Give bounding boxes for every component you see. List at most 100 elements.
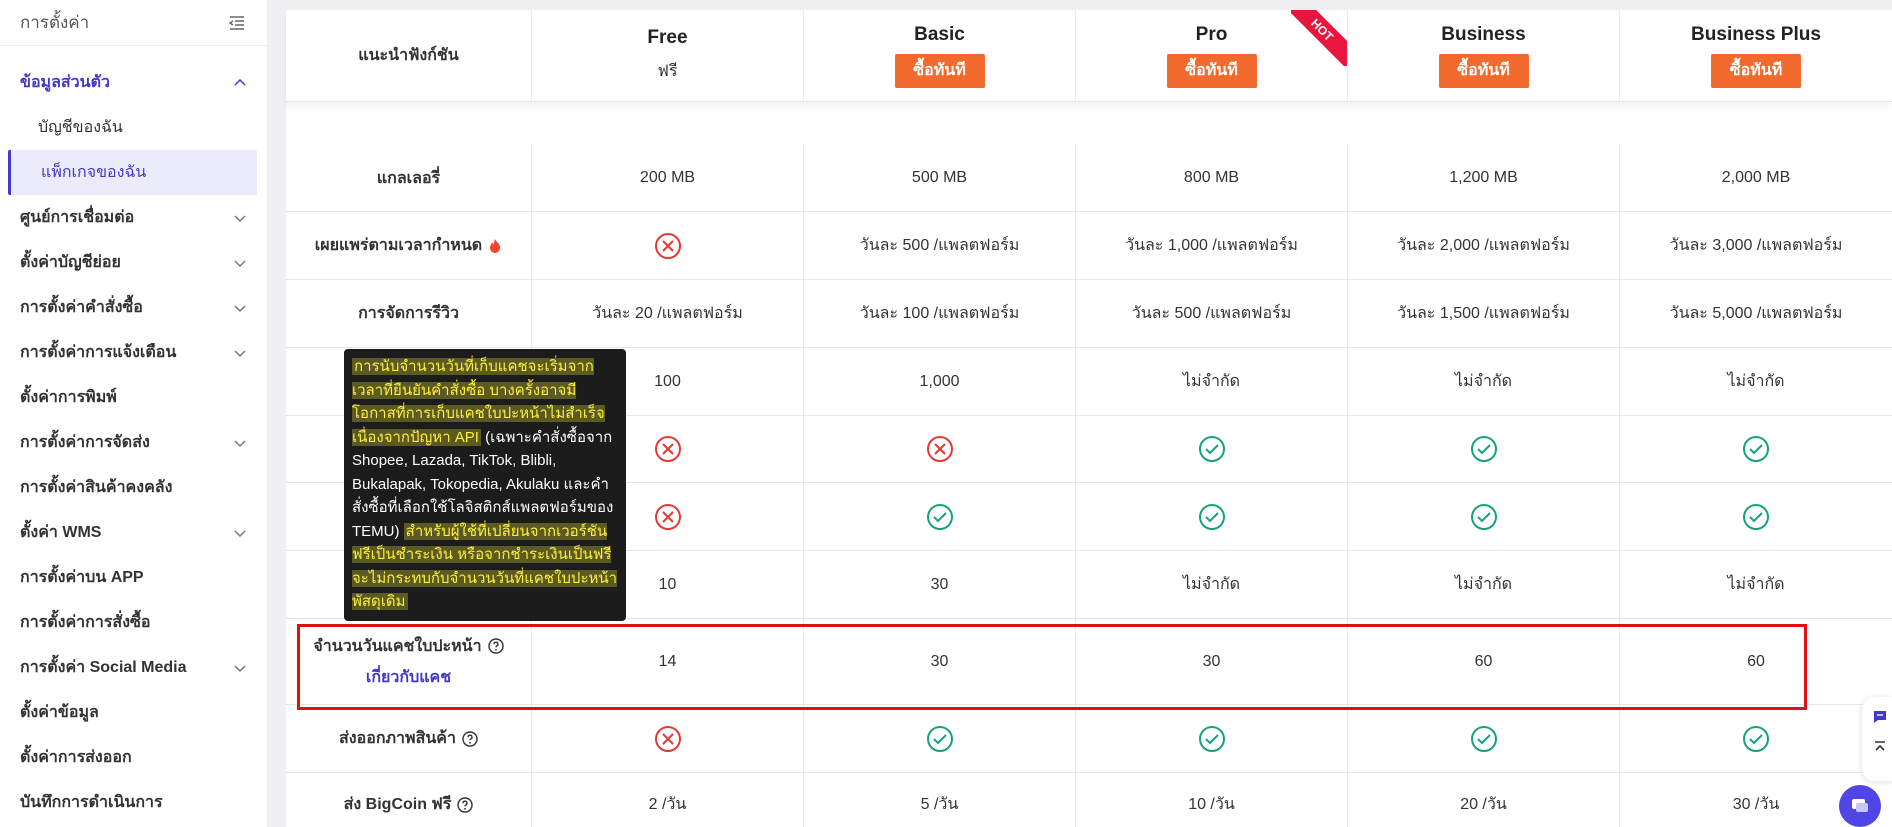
sidebar-item[interactable]: การตั้งค่าคำสั่งซื้อ xyxy=(0,285,267,330)
sidebar-item[interactable]: การตั้งค่า Social Media xyxy=(0,645,267,690)
value-text: 2,000 MB xyxy=(1721,169,1791,186)
cache-days-tooltip: การนับจำนวนวันที่เก็บแคชจะเริ่มจากเวลาที… xyxy=(344,349,626,621)
cross-icon xyxy=(654,232,681,259)
value-text: วันละ 2,000 /แพลตฟอร์ม xyxy=(1397,237,1570,254)
plan-name: Business Plus xyxy=(1691,23,1821,45)
feature-cell: แกลเลอรี่ xyxy=(286,145,532,211)
scroll-top-icon[interactable] xyxy=(1872,739,1888,755)
plan-header-row: แนะนำฟังก์ชัน Free ฟรี Basic ซื้อทันที P… xyxy=(286,10,1892,102)
sidebar-item-my-package[interactable]: แพ็กเกจของฉัน xyxy=(8,150,257,195)
value-cell: 1,200 MB xyxy=(1348,145,1620,211)
value-text: ไม่จำกัด xyxy=(1182,576,1241,593)
value-text: 200 MB xyxy=(639,169,696,186)
sidebar-item[interactable]: การตั้งค่าสินค้าคงคลัง xyxy=(0,465,267,510)
feature-cell: การจัดการรีวิว xyxy=(286,280,532,347)
check-icon xyxy=(926,503,953,530)
value-text: 1,200 MB xyxy=(1449,169,1518,186)
value-cell: วันละ 1,000 /แพลตฟอร์ม xyxy=(1076,212,1348,279)
value-cell xyxy=(1076,483,1348,550)
value-cell: วันละ 3,000 /แพลตฟอร์ม xyxy=(1620,212,1892,279)
feedback-icon[interactable] xyxy=(1872,709,1888,725)
value-text: 10 /วัน xyxy=(1188,796,1235,813)
sidebar-item[interactable]: ตั้งค่าการส่งออก xyxy=(0,735,267,780)
sidebar-section-profile[interactable]: ข้อมูลส่วนตัว xyxy=(0,60,267,105)
sidebar-item-label: การตั้งค่าการแจ้งเตือน xyxy=(20,344,177,361)
buy-basic-button[interactable]: ซื้อทันที xyxy=(894,53,985,88)
buy-pro-button[interactable]: ซื้อทันที xyxy=(1166,53,1257,88)
value-cell: ไม่จำกัด xyxy=(1348,551,1620,618)
chevron-down-icon xyxy=(234,259,246,267)
buy-business-button[interactable]: ซื้อทันที xyxy=(1438,53,1529,88)
sidebar-item[interactable]: ตั้งค่าข้อมูล xyxy=(0,690,267,735)
value-text: 500 MB xyxy=(911,169,968,186)
sidebar-item-label: การตั้งค่าคำสั่งซื้อ xyxy=(20,299,143,316)
chat-button[interactable] xyxy=(1839,785,1881,827)
plan-pro: Pro ซื้อทันที HOT xyxy=(1076,10,1348,101)
buy-business-plus-button[interactable]: ซื้อทันที xyxy=(1711,53,1801,88)
check-icon xyxy=(1470,436,1497,462)
value-text: วันละ 5,000 /แพลตฟอร์ม xyxy=(1669,305,1843,322)
table-row: ส่งออกภาพสินค้า xyxy=(286,705,1892,773)
value-cell: วันละ 2,000 /แพลตฟอร์ม xyxy=(1348,212,1620,279)
value-cell xyxy=(1620,483,1892,550)
value-text: วันละ 500 /แพลตฟอร์ม xyxy=(859,237,1020,254)
sidebar-item[interactable]: การตั้งค่าการแจ้งเตือน xyxy=(0,330,267,375)
check-icon xyxy=(1743,725,1769,752)
sidebar-item[interactable]: ตั้งค่าการพิมพ์ xyxy=(0,375,267,420)
cross-icon xyxy=(654,436,681,462)
chevron-down-icon xyxy=(234,664,246,672)
value-cell xyxy=(532,705,804,772)
collapse-menu-icon[interactable] xyxy=(227,13,247,33)
feature-name: ส่งออกภาพสินค้า xyxy=(339,730,456,747)
check-icon xyxy=(1470,725,1497,752)
value-cell xyxy=(804,416,1076,482)
help-icon[interactable] xyxy=(462,730,478,747)
sidebar-item-label: การตั้งค่า Social Media xyxy=(20,659,187,676)
chevron-down-icon xyxy=(234,529,246,537)
chevron-down-icon xyxy=(234,304,246,312)
value-text: 20 /วัน xyxy=(1460,796,1507,813)
sidebar-item[interactable]: ตั้งค่า WMS xyxy=(0,510,267,555)
value-cell xyxy=(1620,416,1892,482)
value-text: ไม่จำกัด xyxy=(1182,373,1241,390)
sidebar-header: การตั้งค่า xyxy=(0,0,267,46)
value-text: 30 xyxy=(930,652,949,670)
value-cell: ไม่จำกัด xyxy=(1348,348,1620,415)
sidebar-item[interactable]: การตั้งค่าการจัดส่ง xyxy=(0,420,267,465)
check-icon xyxy=(1743,436,1769,462)
check-icon xyxy=(1470,503,1497,530)
value-cell: ไม่จำกัด xyxy=(1620,551,1892,618)
value-cell: 30 xyxy=(804,619,1076,704)
hot-badge-label: HOT xyxy=(1291,10,1347,66)
sidebar-item-label: การตั้งค่าบน APP xyxy=(20,569,144,586)
value-cell: วันละ 20 /แพลตฟอร์ม xyxy=(532,280,804,347)
value-cell xyxy=(1348,483,1620,550)
value-cell xyxy=(1076,705,1348,772)
value-text: วันละ 100 /แพลตฟอร์ม xyxy=(859,305,1020,322)
value-cell: 200 MB xyxy=(532,145,804,211)
help-icon[interactable] xyxy=(487,638,504,654)
value-cell: 800 MB xyxy=(1076,145,1348,211)
sidebar-item[interactable]: ศูนย์การเชื่อมต่อ xyxy=(0,195,267,240)
value-text: 10 xyxy=(658,575,677,593)
sidebar-item-label: ตั้งค่าการส่งออก xyxy=(20,749,132,766)
value-cell: วันละ 100 /แพลตฟอร์ม xyxy=(804,280,1076,347)
sidebar-item-my-account[interactable]: บัญชีของฉัน xyxy=(0,105,267,150)
chevron-up-icon xyxy=(234,78,246,86)
value-text: 100 xyxy=(654,372,681,390)
fire-icon xyxy=(490,238,501,253)
chat-icon xyxy=(1852,799,1868,812)
sidebar-item[interactable]: ตั้งค่าบัญชีย่อย xyxy=(0,240,267,285)
sidebar-item[interactable]: การตั้งค่าบน APP xyxy=(0,555,267,600)
value-cell: วันละ 500 /แพลตฟอร์ม xyxy=(804,212,1076,279)
value-cell: 30 xyxy=(1076,619,1348,704)
value-text: วันละ 1,500 /แพลตฟอร์ม xyxy=(1397,305,1570,322)
sidebar-item-label: ตั้งค่าบัญชีย่อย xyxy=(20,254,121,271)
value-cell: วันละ 1,500 /แพลตฟอร์ม xyxy=(1348,280,1620,347)
sidebar-item[interactable]: การตั้งค่าการสั่งซื้อ xyxy=(0,600,267,645)
sidebar-item[interactable]: บันทึกการดำเนินการ xyxy=(0,780,267,825)
value-cell: 60 xyxy=(1620,619,1892,704)
about-cache-link[interactable]: เกี่ยวกับแคช xyxy=(366,665,451,690)
value-text: 1,000 xyxy=(919,372,960,390)
help-icon[interactable] xyxy=(457,796,474,813)
